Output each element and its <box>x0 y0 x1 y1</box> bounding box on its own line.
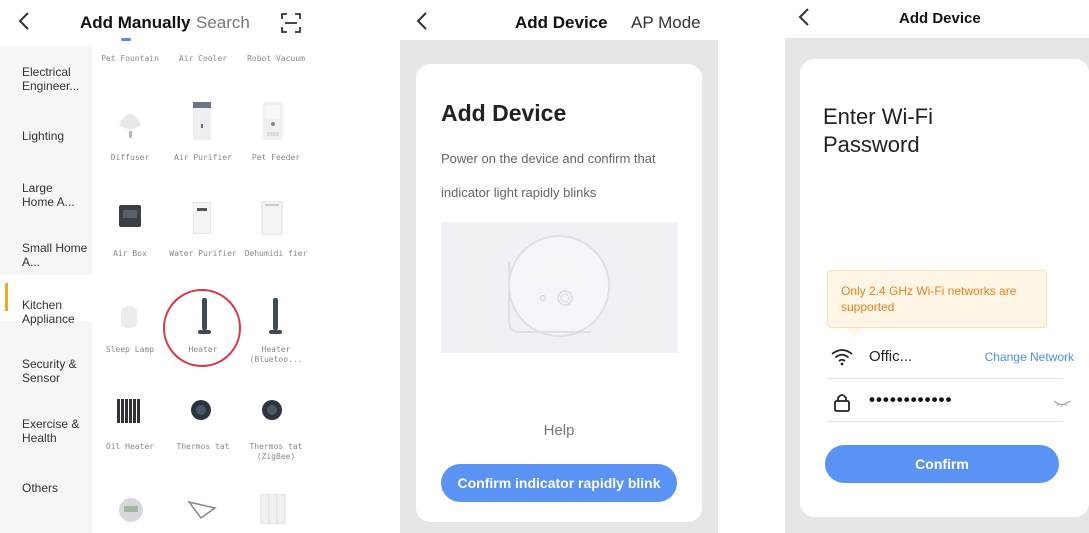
thermostat-zigbee-image <box>262 400 282 420</box>
password-row: •••••••••••• <box>827 385 1071 421</box>
category-exercise-health[interactable]: Exercise & Health <box>22 417 88 445</box>
card-title: Add Device <box>441 100 567 126</box>
tab-ap-mode[interactable]: AP Mode <box>631 13 701 33</box>
warning-text: Only 2.4 GHz Wi-Fi networks are supporte… <box>841 284 1017 314</box>
pet-feeder-image <box>263 102 283 140</box>
category-security-sensor[interactable]: Security & Sensor <box>22 357 88 385</box>
instruction-text: Power on the device and confirm that ind… <box>441 151 656 200</box>
wifi-icon <box>831 349 853 366</box>
category-sidebar: Electrical Engineer... Lighting Large Ho… <box>0 46 92 533</box>
thermostat-image <box>191 400 211 420</box>
divider <box>827 421 1063 422</box>
category-kitchen-appliance[interactable]: Kitchen Appliance <box>22 298 88 326</box>
wifi-card: Enter Wi-Fi Password Only 2.4 GHz Wi-Fi … <box>800 59 1089 517</box>
top-nav: Add Manually Search <box>0 0 320 44</box>
category-lighting[interactable]: Lighting <box>22 129 88 143</box>
tooltip-tail <box>846 328 862 338</box>
back-button[interactable] <box>798 5 810 31</box>
page-title: Add Device <box>515 13 608 32</box>
scan-icon <box>281 13 301 33</box>
confirm-button[interactable]: Confirm <box>825 445 1059 483</box>
device-pet-fountain[interactable]: Pet Fountain <box>94 54 166 64</box>
instruction-card: Add Device Power on the device and confi… <box>416 64 702 522</box>
top-nav: Add Device <box>785 0 1089 38</box>
card-title: Enter Wi-Fi Password <box>823 104 933 157</box>
device-thermostat[interactable]: Thermos tat <box>167 442 239 452</box>
warning-tooltip: Only 2.4 GHz Wi-Fi networks are supporte… <box>827 270 1047 338</box>
device-dehumidifier[interactable]: Dehumidi fier <box>240 249 312 259</box>
category-others[interactable]: Others <box>22 481 88 495</box>
device-water-purifier[interactable]: Water Purifier <box>167 249 239 259</box>
curtain-device-image <box>187 500 217 520</box>
device-illustration <box>441 222 678 353</box>
back-button[interactable] <box>18 9 30 35</box>
network-row: Offic... Change Network <box>827 340 1074 376</box>
diffuser-image <box>119 114 141 138</box>
tab-add-manually[interactable]: Add Manually <box>80 13 191 33</box>
chevron-left-icon <box>18 12 29 30</box>
device-oil-heater[interactable]: Oil Heater <box>94 442 166 452</box>
sleep-lamp-image <box>121 306 137 328</box>
power-button-illustration <box>508 235 610 337</box>
chevron-left-icon <box>798 8 809 26</box>
top-nav: Add Device AP Mode <box>400 0 718 40</box>
device-pet-feeder[interactable]: Pet Feeder <box>240 153 312 163</box>
scan-button[interactable] <box>280 12 302 34</box>
device-air-purifier[interactable]: Air Purifier <box>167 153 239 163</box>
device-air-box[interactable]: Air Box <box>94 249 166 259</box>
highlight-circle <box>163 289 241 367</box>
water-purifier-image <box>193 202 211 234</box>
add-manually-screen: Add Manually Search Electrical Engineer.… <box>0 0 320 533</box>
lock-icon <box>834 394 850 412</box>
chevron-left-icon <box>416 12 427 30</box>
device-thermostat-zigbee[interactable]: Thermos tat (ZigBee) <box>240 442 312 462</box>
device-robot-vacuum[interactable]: Robot Vacuum <box>240 54 312 64</box>
air-box-image <box>119 205 141 227</box>
category-electrical[interactable]: Electrical Engineer... <box>22 65 88 93</box>
eye-closed-icon[interactable] <box>1053 399 1071 407</box>
dehumidifier-image <box>261 201 283 235</box>
confirm-blink-button[interactable]: Confirm indicator rapidly blink <box>441 464 677 502</box>
device-heater-bluetooth[interactable]: Heater (Bluetoo... <box>240 345 312 365</box>
heater-bluetooth-image <box>269 298 282 334</box>
meter-device-image <box>119 498 143 522</box>
device-diffuser[interactable]: Diffuser <box>94 153 166 163</box>
category-large-home-appliance[interactable]: Large Home A... <box>22 181 88 209</box>
tab-search[interactable]: Search <box>196 13 250 33</box>
active-category-marker <box>5 283 8 311</box>
oil-heater-image <box>117 399 140 423</box>
page-title: Add Device <box>899 10 981 27</box>
divider <box>827 378 1063 379</box>
back-button[interactable] <box>416 9 428 35</box>
network-name: Offic... <box>869 348 913 365</box>
change-network-link[interactable]: Change Network <box>985 350 1074 364</box>
category-small-home-appliance[interactable]: Small Home A... <box>22 241 88 269</box>
wifi-password-screen: Add Device Enter Wi-Fi Password Only 2.4… <box>785 0 1089 533</box>
device-air-cooler[interactable]: Air Cooler <box>167 54 239 64</box>
air-purifier-image <box>193 102 211 140</box>
add-device-ap-screen: Add Device AP Mode Add Device Power on t… <box>400 0 718 533</box>
device-sleep-lamp[interactable]: Sleep Lamp <box>94 345 166 355</box>
help-link[interactable]: Help <box>416 422 702 439</box>
active-tab-indicator <box>121 38 131 41</box>
panel-device-image <box>260 494 286 524</box>
password-input[interactable]: •••••••••••• <box>869 390 952 410</box>
